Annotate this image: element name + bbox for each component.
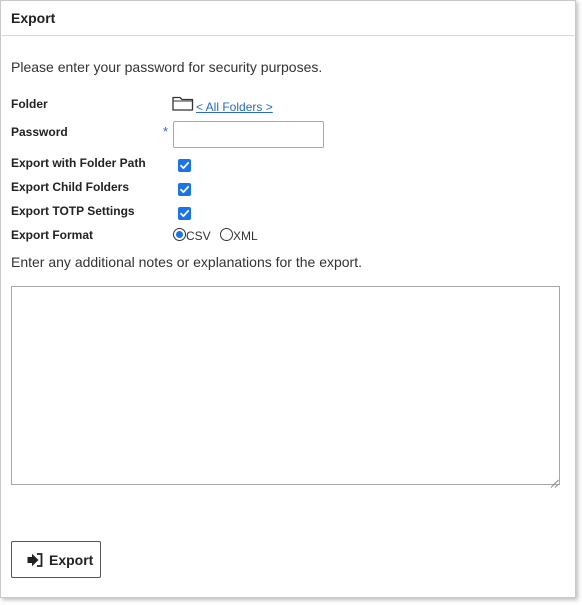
export-dialog: Export Please enter your password for se…	[0, 0, 576, 598]
export-format-label: Export Format	[11, 228, 94, 242]
password-label: Password	[11, 125, 68, 139]
sign-out-icon	[27, 553, 43, 567]
export-button[interactable]: Export	[11, 541, 101, 578]
xml-radio-label: XML	[233, 229, 258, 243]
export-totp-settings-checkbox[interactable]	[178, 207, 191, 220]
title-divider	[2, 35, 574, 36]
csv-radio[interactable]	[173, 228, 186, 241]
export-with-folder-path-label: Export with Folder Path	[11, 156, 146, 170]
checkmark-icon	[180, 161, 190, 169]
folder-label: Folder	[11, 97, 48, 111]
notes-textarea[interactable]	[11, 286, 560, 485]
checkmark-icon	[180, 185, 190, 193]
export-child-folders-checkbox[interactable]	[178, 183, 191, 196]
intro-text: Please enter your password for security …	[11, 59, 323, 75]
export-totp-settings-label: Export TOTP Settings	[11, 204, 135, 218]
resize-grip-icon[interactable]	[550, 475, 559, 488]
folder-icon	[172, 95, 194, 111]
required-indicator: *	[163, 124, 169, 139]
checkmark-icon	[180, 209, 190, 217]
export-button-label: Export	[49, 552, 94, 568]
xml-radio[interactable]	[220, 228, 233, 241]
all-folders-link[interactable]: < All Folders >	[196, 100, 273, 114]
dialog-title: Export	[11, 10, 56, 26]
export-with-folder-path-checkbox[interactable]	[178, 159, 191, 172]
notes-prompt: Enter any additional notes or explanatio…	[11, 254, 362, 270]
csv-radio-label: CSV	[186, 229, 211, 243]
export-child-folders-label: Export Child Folders	[11, 180, 130, 194]
password-input[interactable]	[173, 121, 324, 148]
